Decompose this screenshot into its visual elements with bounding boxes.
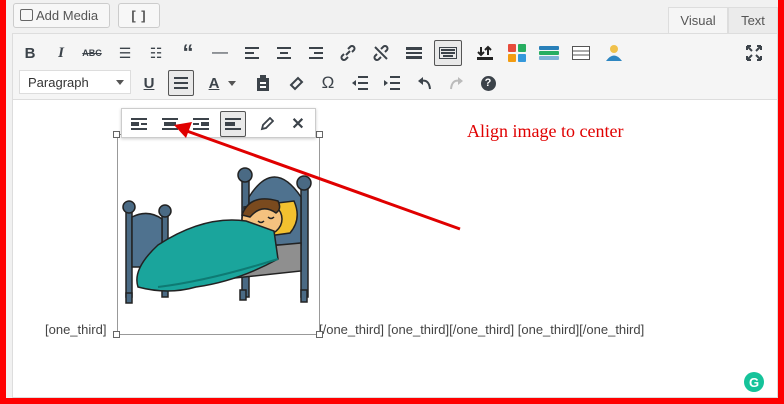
annotation-arrow [174, 122, 461, 231]
annotation-label: Align image to center [467, 121, 624, 141]
editor-window: Add Media [ ] Visual Text B I ABC ☰ ☷ “ … [6, 0, 778, 398]
